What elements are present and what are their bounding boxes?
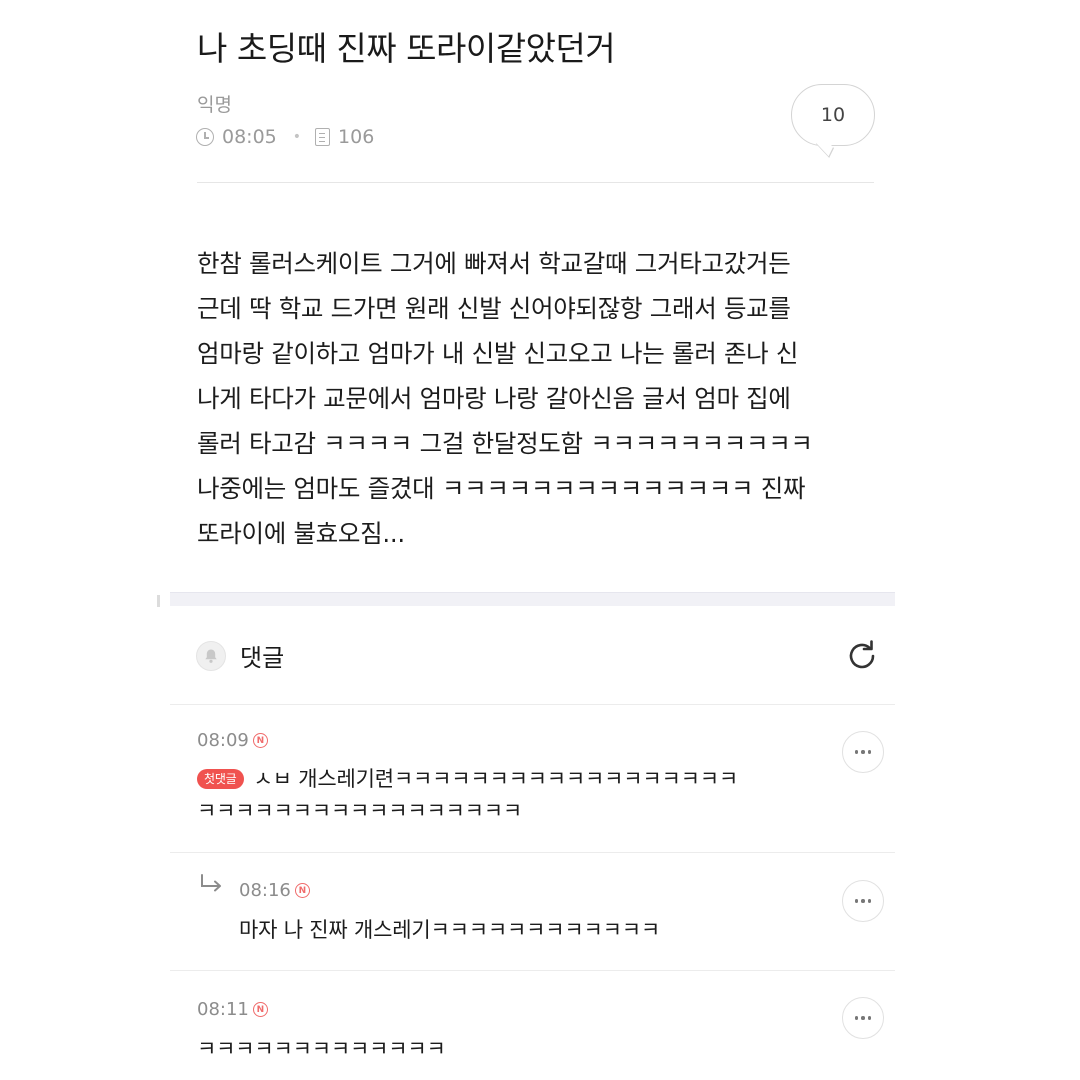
comment-time-text: 08:16 xyxy=(239,880,291,901)
post-body-line: 나중에는 엄마도 즐겼대 ㅋㅋㅋㅋㅋㅋㅋㅋㅋㅋㅋㅋㅋㅋ 진짜 xyxy=(197,474,806,503)
post-author: 익명 xyxy=(197,94,232,116)
more-horizontal-icon xyxy=(867,1016,872,1020)
more-horizontal-icon xyxy=(861,1016,865,1020)
comments-divider xyxy=(170,704,895,705)
more-horizontal-icon xyxy=(854,899,859,903)
post-body-line: 나게 타다가 교문에서 엄마랑 나랑 갈아신음 글서 엄마 집에 xyxy=(197,384,791,413)
comment-time: 08:09 N xyxy=(197,730,268,751)
comments-header: 댓글 xyxy=(196,638,284,673)
new-badge: N xyxy=(252,1002,268,1017)
comment-text: ㅋㅋㅋㅋㅋㅋㅋㅋㅋㅋㅋㅋㅋㅋㅋㅋㅋ xyxy=(197,796,522,826)
more-horizontal-icon xyxy=(861,899,865,903)
comment-text: 첫댓글 ㅅㅂ 개스레기련ㅋㅋㅋㅋㅋㅋㅋㅋㅋㅋㅋㅋㅋㅋㅋㅋㅋㅋ xyxy=(197,764,738,794)
more-horizontal-icon xyxy=(861,750,865,754)
comment-divider xyxy=(170,852,895,853)
post-body: 한참 롤러스케이트 그거에 빠져서 학교갈때 그거타고갔거든 근데 딱 학교 드… xyxy=(197,241,877,556)
post-body-line: 또라이에 불효오짐... xyxy=(197,519,405,548)
meta-separator: • xyxy=(292,129,302,145)
header-divider xyxy=(197,182,874,183)
comment-divider xyxy=(170,970,895,971)
comment-line: ㅋㅋㅋㅋㅋㅋㅋㅋㅋㅋㅋㅋㅋ xyxy=(197,1037,446,1061)
comment-line: ㅅㅂ 개스레기련ㅋㅋㅋㅋㅋㅋㅋㅋㅋㅋㅋㅋㅋㅋㅋㅋㅋㅋ xyxy=(253,767,739,791)
reply-time: 08:16 N xyxy=(239,880,310,901)
comment-time: 08:11 N xyxy=(197,999,268,1020)
more-horizontal-icon xyxy=(854,1016,859,1020)
new-badge: N xyxy=(294,883,310,898)
first-comment-badge: 첫댓글 xyxy=(197,769,244,789)
reply-arrow-icon xyxy=(201,874,221,892)
clock-icon xyxy=(196,128,214,146)
comments-label: 댓글 xyxy=(240,644,285,672)
more-horizontal-icon xyxy=(867,750,872,754)
bell-icon[interactable] xyxy=(196,640,226,671)
more-horizontal-icon xyxy=(867,899,872,903)
post-body-line: 롤러 타고감 ㅋㅋㅋㅋ 그걸 한달정도함 ㅋㅋㅋㅋㅋㅋㅋㅋㅋㅋ xyxy=(197,429,813,458)
comment-time-text: 08:11 xyxy=(197,999,249,1020)
post-title: 나 초딩때 진짜 또라이같았던거 xyxy=(197,29,616,68)
comment-line: ㅋㅋㅋㅋㅋㅋㅋㅋㅋㅋㅋㅋㅋㅋㅋㅋㅋ xyxy=(197,799,523,823)
post-body-line: 엄마랑 같이하고 엄마가 내 신발 신고오고 나는 롤러 존나 신 xyxy=(197,339,799,368)
refresh-icon[interactable] xyxy=(842,636,882,676)
comment-line: 마자 나 진짜 개스레기ㅋㅋㅋㅋㅋㅋㅋㅋㅋㅋㅋㅋ xyxy=(239,918,660,942)
comment-count-button[interactable]: 10 xyxy=(791,84,875,146)
more-button[interactable] xyxy=(842,731,884,773)
comment-time-text: 08:09 xyxy=(197,730,249,751)
more-button[interactable] xyxy=(842,997,884,1039)
section-divider xyxy=(170,592,895,606)
post-body-line: 근데 딱 학교 드가면 원래 신발 신어야되잖항 그래서 등교를 xyxy=(197,294,791,323)
comment-count: 10 xyxy=(820,104,846,126)
new-badge: N xyxy=(252,733,268,748)
document-icon xyxy=(315,128,331,146)
comment-text: ㅋㅋㅋㅋㅋㅋㅋㅋㅋㅋㅋㅋㅋ xyxy=(197,1034,446,1064)
post-time: 08:05 xyxy=(222,126,277,148)
reply-text: 마자 나 진짜 개스레기ㅋㅋㅋㅋㅋㅋㅋㅋㅋㅋㅋㅋ xyxy=(239,915,660,945)
post-views: 106 xyxy=(338,126,375,148)
post-meta: 08:05 • 106 xyxy=(196,126,374,148)
section-marker xyxy=(157,595,160,607)
more-button[interactable] xyxy=(842,880,884,922)
more-horizontal-icon xyxy=(854,750,859,754)
post-body-line: 한참 롤러스케이트 그거에 빠져서 학교갈때 그거타고갔거든 xyxy=(197,249,791,278)
